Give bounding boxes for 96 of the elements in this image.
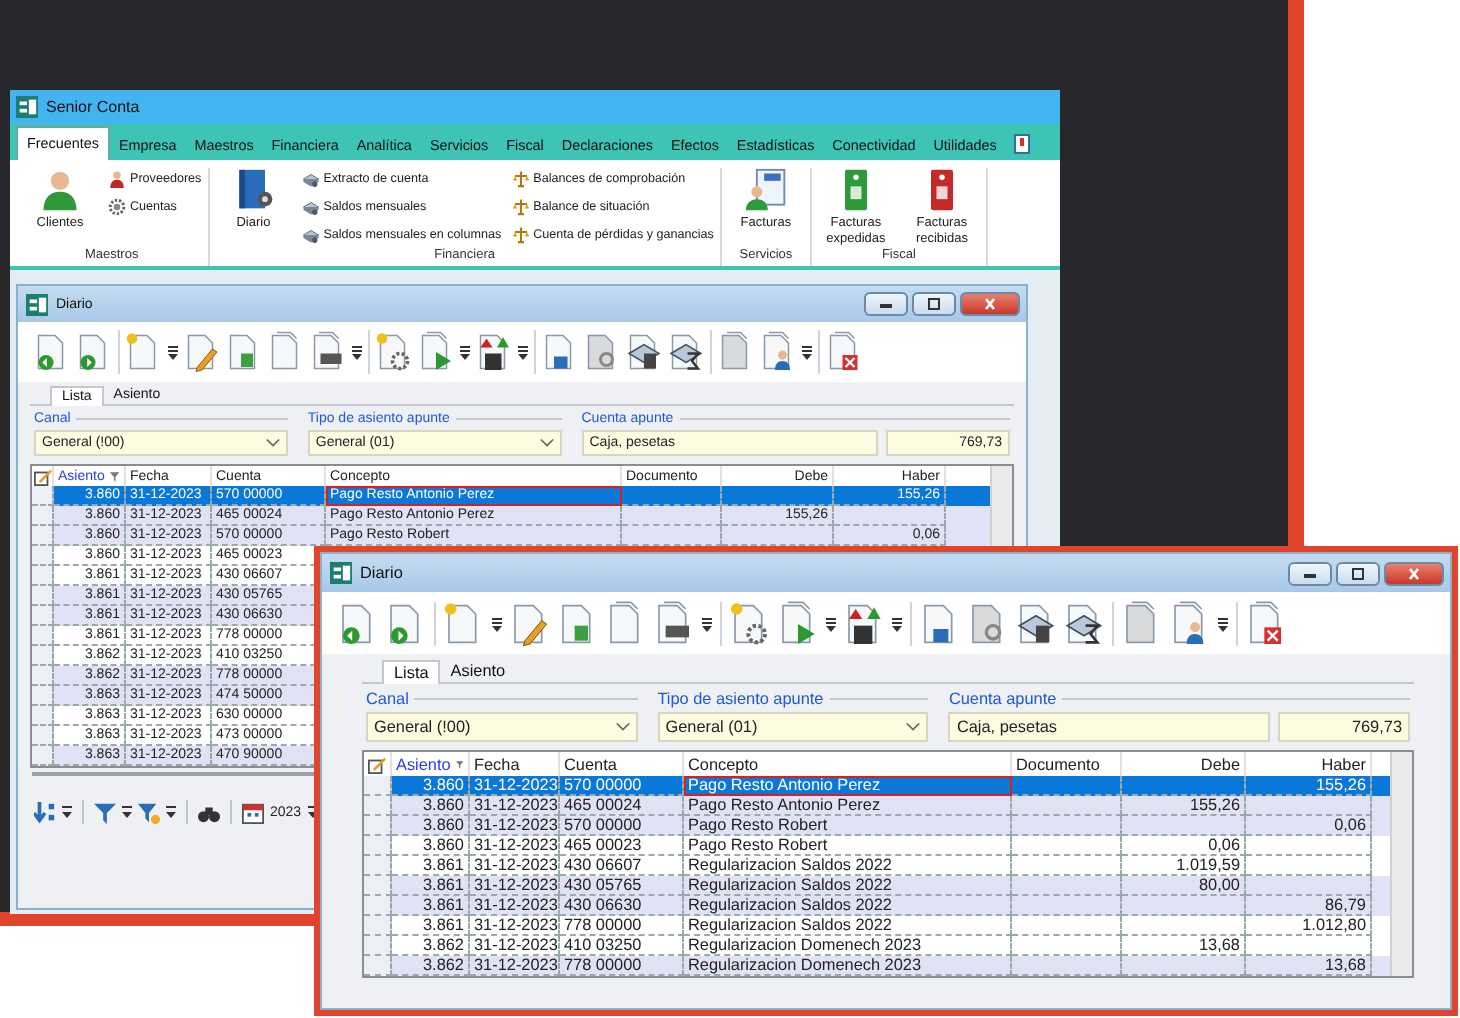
dropdown-icon[interactable]	[802, 344, 812, 360]
import-export-icon[interactable]	[844, 599, 884, 647]
table-row[interactable]: 3.861 31-12-2023 430 05765 Regularizacion Saldos 2022 80,00	[364, 876, 1390, 896]
column-header[interactable]: Concepto	[684, 752, 1012, 776]
scanner-hash-icon[interactable]	[1016, 599, 1056, 647]
close-documents-icon[interactable]	[826, 330, 862, 374]
close-icon	[980, 298, 1000, 310]
chevron-down-icon[interactable]	[265, 438, 280, 448]
tab[interactable]: Lista	[382, 660, 441, 684]
chevron-down-icon[interactable]	[539, 438, 554, 448]
scanner-sum-icon[interactable]	[1064, 599, 1104, 647]
chevron-down-icon[interactable]	[615, 722, 630, 732]
import-export-icon[interactable]	[476, 330, 512, 374]
table-cell: 778 00000	[560, 956, 684, 976]
print-icon[interactable]	[654, 599, 694, 647]
filter-star-icon[interactable]	[138, 801, 160, 823]
filter-icon[interactable]	[110, 471, 120, 481]
dropdown-icon[interactable]	[892, 615, 902, 631]
close-documents-icon[interactable]	[1246, 599, 1286, 647]
maximize-icon	[1348, 567, 1368, 579]
dropdown-field[interactable]: General (01)	[657, 712, 929, 742]
person-icon	[108, 170, 126, 188]
column-header[interactable]: Fecha	[470, 752, 560, 776]
scale-icon	[511, 198, 530, 216]
dropdown-icon[interactable]	[460, 344, 470, 360]
close-button[interactable]	[960, 292, 1020, 316]
table-row[interactable]: 3.860 31-12-2023 570 00000 Pago Resto Robert 0,06	[364, 816, 1390, 836]
account-field[interactable]: Caja, pesetas	[948, 712, 1271, 742]
minimize-button[interactable]	[1288, 561, 1332, 585]
documents-person-icon[interactable]	[760, 330, 796, 374]
chevron-down-icon[interactable]	[906, 722, 921, 732]
table-row[interactable]: 3.860 31-12-2023 570 00000 Pago Resto Antonio Perez 155,26	[364, 776, 1390, 796]
drive-icon	[301, 170, 320, 188]
dropdown-icon[interactable]	[168, 344, 178, 360]
dropdown-icon[interactable]	[702, 615, 712, 631]
table-row[interactable]: 3.862 31-12-2023 778 00000 Regularizacion Domenech 2023 13,68	[364, 956, 1390, 976]
app-logo-icon	[26, 293, 48, 315]
document-icon[interactable]	[1013, 134, 1030, 154]
table-cell: 31-12-2023	[470, 956, 560, 976]
dropdown-field[interactable]: General (!00)	[366, 712, 638, 742]
run-documents-icon[interactable]	[778, 599, 818, 647]
edit-icon[interactable]	[33, 467, 51, 485]
scale-icon	[511, 226, 530, 244]
edit-document-icon[interactable]	[184, 330, 220, 374]
table-row[interactable]: 3.861 31-12-2023 430 06630 Regularizacion Saldos 2022 86,79	[364, 896, 1390, 916]
gear-icon	[108, 198, 126, 216]
dropdown-icon[interactable]	[122, 804, 132, 820]
dropdown-icon[interactable]	[518, 344, 528, 360]
minimize-button[interactable]	[864, 292, 908, 316]
amount-field[interactable]: 769,73	[1278, 712, 1410, 742]
dropdown-icon[interactable]	[1218, 615, 1228, 631]
column-header[interactable]: Cuenta	[560, 752, 684, 776]
table-cell: 13,68	[1246, 956, 1372, 976]
group-label: Canal	[366, 690, 409, 708]
print-icon[interactable]	[310, 330, 346, 374]
person-icon	[38, 168, 82, 212]
close-button[interactable]	[1384, 561, 1444, 585]
invoice-icon	[743, 168, 788, 212]
dropdown-icon[interactable]	[166, 804, 176, 820]
maximize-button[interactable]	[912, 292, 956, 316]
edit-icon[interactable]	[368, 755, 386, 773]
window-title: Diario	[360, 564, 403, 582]
scanner-sum-icon[interactable]	[668, 330, 704, 374]
document-settings-icon[interactable]	[730, 599, 770, 647]
table-cell: Regularizacion Domenech 2023	[684, 956, 1012, 976]
drive-icon	[301, 198, 320, 216]
filter-icon[interactable]	[456, 759, 464, 769]
dropdown-icon[interactable]	[492, 615, 502, 631]
table-cell: 3.862	[392, 956, 470, 976]
window-title: Senior Conta	[46, 98, 140, 116]
column-header[interactable]: Asiento	[392, 752, 470, 776]
scanner-hash-icon[interactable]	[626, 330, 662, 374]
group-label: Tipo de asiento apunte	[657, 690, 824, 708]
scale-icon	[511, 170, 530, 188]
group-label: Cuenta apunte	[948, 690, 1057, 708]
edit-document-icon[interactable]	[510, 599, 550, 647]
document-settings-icon[interactable]	[376, 330, 412, 374]
filter-icon[interactable]	[94, 801, 116, 823]
table-cell: Pago Resto Antonio Perez	[684, 776, 1012, 796]
app-logo-icon	[16, 96, 38, 118]
calendar-icon[interactable]	[242, 801, 264, 823]
dropdown-icon[interactable]	[62, 804, 72, 820]
run-documents-icon[interactable]	[418, 330, 454, 374]
close-icon	[1404, 567, 1424, 579]
dropdown-icon[interactable]	[826, 615, 836, 631]
tab[interactable]: Asiento	[440, 660, 516, 682]
scroll-bar[interactable]	[1390, 752, 1412, 976]
column-header[interactable]: Documento	[1012, 752, 1122, 776]
drive-icon	[301, 226, 320, 244]
app-logo-icon	[330, 562, 352, 584]
dropdown-icon[interactable]	[352, 344, 362, 360]
sort-icon[interactable]	[34, 801, 56, 823]
minimize-icon	[876, 298, 896, 310]
maximize-button[interactable]	[1336, 561, 1380, 585]
maximize-icon	[924, 298, 944, 310]
table-row[interactable]: 3.860 31-12-2023 465 00024 Pago Resto Antonio Perez 155,26	[364, 796, 1390, 816]
